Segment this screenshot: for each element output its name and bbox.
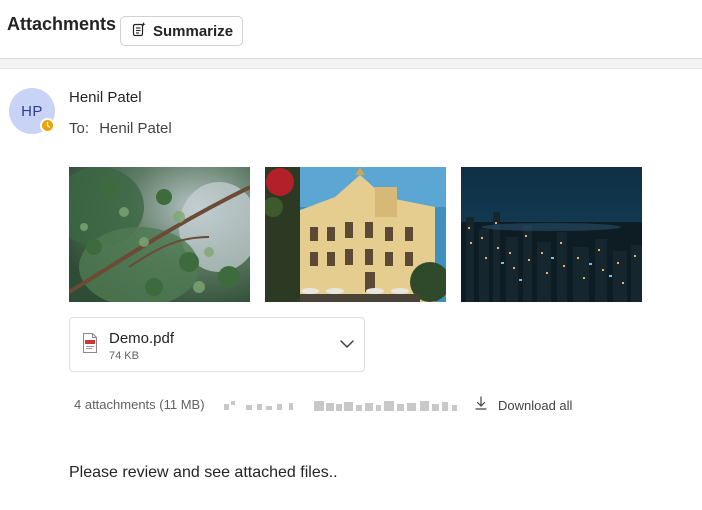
file-attachment-card[interactable]: Demo.pdf 74 KB bbox=[69, 317, 365, 372]
redacted-action-1[interactable] bbox=[224, 399, 296, 410]
file-size: 74 KB bbox=[109, 350, 139, 362]
message-body: Please review and see attached files.. bbox=[69, 464, 338, 481]
evergreen-image-icon bbox=[69, 167, 250, 302]
building-image-icon bbox=[265, 167, 446, 302]
download-all-label: Download all bbox=[498, 398, 573, 413]
summarize-icon bbox=[131, 21, 147, 42]
download-all-button[interactable]: Download all bbox=[474, 396, 572, 415]
redacted-action-2[interactable] bbox=[314, 399, 460, 411]
header-divider bbox=[0, 58, 702, 69]
summarize-button[interactable]: Summarize bbox=[120, 16, 243, 46]
file-name: Demo.pdf bbox=[109, 330, 175, 347]
summarize-label: Summarize bbox=[153, 22, 234, 40]
attachments-summary: 4 attachments (11 MB) bbox=[74, 397, 205, 412]
reading-pane-header: Attachments Summarize bbox=[0, 0, 702, 58]
download-icon bbox=[474, 396, 488, 415]
presence-away-icon bbox=[40, 118, 55, 133]
sender-name[interactable]: Henil Patel bbox=[69, 89, 142, 106]
pdf-file-icon bbox=[82, 333, 98, 358]
recipients-line: To: Henil Patel bbox=[69, 120, 172, 137]
to-label: To: bbox=[69, 120, 90, 137]
image-attachment-building[interactable] bbox=[265, 167, 446, 302]
image-attachment-evergreen[interactable] bbox=[69, 167, 250, 302]
chevron-down-icon[interactable] bbox=[339, 336, 355, 357]
city-night-image-icon bbox=[461, 167, 642, 302]
page-title: Attachments bbox=[7, 14, 117, 34]
recipient-name[interactable]: Henil Patel bbox=[99, 120, 172, 137]
image-attachment-city-night[interactable] bbox=[461, 167, 642, 302]
avatar-initials: HP bbox=[21, 102, 43, 120]
